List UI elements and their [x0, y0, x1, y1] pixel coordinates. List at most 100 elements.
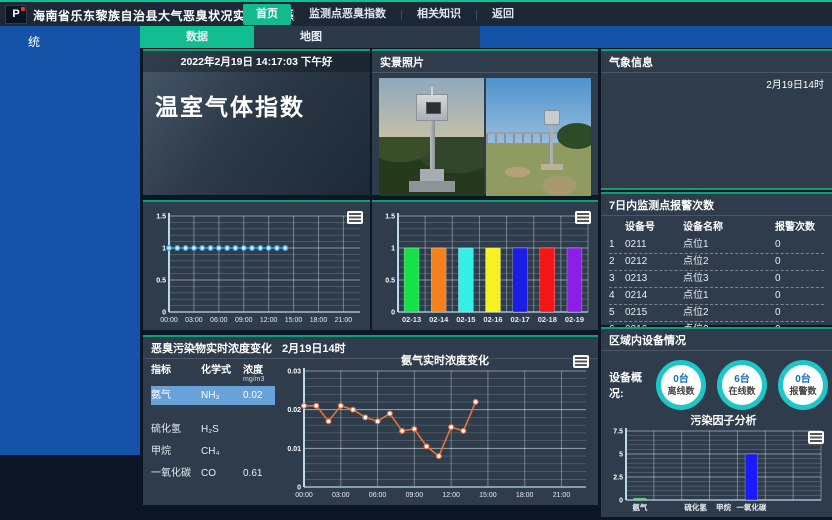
- main-nav: 首页监测点恶臭指数相关知识返回: [243, 3, 527, 26]
- svg-text:06:00: 06:00: [210, 317, 228, 324]
- chart-canvas: 氨气硫化氢甲烷一氧化碳02.557.5污染因子分析: [604, 413, 829, 515]
- stat-value: 0台: [673, 374, 689, 386]
- device-overview-label: 设备概况:: [609, 369, 656, 401]
- chart-menu-icon[interactable]: [347, 211, 363, 224]
- odor-col-indicator: 指标: [151, 361, 201, 383]
- photo1-device-pole: [430, 121, 435, 169]
- svg-text:污染因子分析: 污染因子分析: [691, 413, 757, 427]
- nav-separator: [401, 10, 402, 20]
- alarm-col-device-name: 设备名称: [683, 220, 775, 237]
- svg-text:09:00: 09:00: [235, 317, 253, 324]
- table-cell: 0: [775, 271, 820, 287]
- table-cell: 点位3: [683, 271, 775, 287]
- svg-text:02-14: 02-14: [429, 315, 449, 324]
- table-row: 一氧化碳CO0.61: [151, 464, 275, 483]
- stat-value: 0台: [795, 374, 811, 386]
- chart-menu-icon[interactable]: [573, 355, 589, 368]
- nav-item-odor-index[interactable]: 监测点恶臭指数: [296, 4, 399, 25]
- svg-text:15:00: 15:00: [285, 317, 303, 324]
- table-row: 氨气NH₃0.02: [151, 386, 275, 405]
- svg-text:06:00: 06:00: [369, 492, 387, 499]
- daily-index-chart-panel: 02-1302-1402-1502-1602-1702-1802-1900.51…: [372, 200, 598, 330]
- devices-panel: 区域内设备情况 设备概况: 0台离线数6台在线数0台报警数 氨气硫化氢甲烷一氧化…: [601, 327, 832, 517]
- svg-text:氨气实时浓度变化: 氨气实时浓度变化: [401, 353, 489, 367]
- title-overflow-text: 统: [28, 33, 40, 50]
- photo-row: [372, 73, 598, 201]
- greenhouse-chart-panel: 00:0003:0006:0009:0012:0015:0018:0021:00…: [143, 200, 370, 330]
- chart-menu-icon[interactable]: [575, 211, 591, 224]
- weather-panel: 气象信息 2月19日14时: [601, 49, 832, 190]
- table-cell: CH₄: [201, 442, 243, 461]
- nav-item-home[interactable]: 首页: [243, 4, 291, 25]
- table-cell: CO: [201, 464, 243, 483]
- svg-text:0.5: 0.5: [385, 278, 395, 285]
- alarm-table-header: 设备号 设备名称 报警次数: [609, 220, 824, 237]
- header-blue-strip: [480, 26, 832, 48]
- odor-panel: 恶臭污染物实时浓度变化 2月19日14时 指标 化学式 浓度 mg/m3 氨气N…: [143, 335, 598, 505]
- table-cell: 0214: [625, 288, 683, 304]
- alarm-col-count: 报警次数: [775, 220, 820, 237]
- ammonia-trend-chart: 00:0003:0006:0009:0012:0015:0018:0021:00…: [277, 353, 594, 502]
- photo2-device-box: [544, 110, 560, 125]
- table-cell: 点位2: [683, 305, 775, 321]
- table-row: 50215点位20: [609, 305, 824, 322]
- svg-text:02-13: 02-13: [402, 315, 421, 324]
- svg-text:0.02: 0.02: [287, 407, 301, 414]
- svg-text:00:00: 00:00: [160, 317, 178, 324]
- table-cell: H₂S: [201, 420, 243, 439]
- device-stats: 0台离线数6台在线数0台报警数: [656, 360, 828, 410]
- photo1-device-screen: [426, 102, 441, 114]
- table-cell: [243, 420, 275, 439]
- svg-text:02-16: 02-16: [483, 315, 502, 324]
- alarm-table: 设备号 设备名称 报警次数 10211点位1020212点位2030213点位3…: [601, 216, 832, 339]
- stat-label: 报警数: [789, 386, 816, 397]
- table-cell: 0211: [625, 237, 683, 253]
- chart-menu-icon[interactable]: [808, 431, 824, 444]
- hamburger-icon: [810, 433, 822, 435]
- photo2-device-pad: [541, 164, 563, 170]
- photo2-trees: [557, 123, 591, 149]
- table-row: 硫化氢H₂S: [151, 420, 275, 439]
- table-cell: 点位1: [683, 237, 775, 253]
- site-photo-2: [486, 78, 591, 196]
- left-sidebar: 统: [0, 26, 140, 455]
- svg-text:12:00: 12:00: [260, 317, 278, 324]
- tab-data[interactable]: 数据: [140, 26, 254, 48]
- site-photo-1: [379, 78, 484, 196]
- photo1-device-antenna: [431, 87, 433, 95]
- odor-col-concentration: 浓度 mg/m3: [243, 361, 275, 383]
- table-cell: 0215: [625, 305, 683, 321]
- svg-text:00:00: 00:00: [295, 492, 313, 499]
- odor-unit: mg/m3: [243, 376, 275, 383]
- nav-item-knowledge[interactable]: 相关知识: [404, 4, 474, 25]
- app-logo-glyph: P: [12, 9, 19, 20]
- svg-text:02-17: 02-17: [511, 315, 530, 324]
- hamburger-icon: [575, 357, 587, 359]
- chart-canvas: 00:0003:0006:0009:0012:0015:0018:0021:00…: [277, 353, 594, 502]
- odor-col-formula: 化学式: [201, 361, 243, 383]
- device-stat-alarm: 0台报警数: [778, 360, 828, 410]
- svg-text:02-18: 02-18: [538, 315, 557, 324]
- tab-map[interactable]: 地图: [254, 26, 368, 48]
- photo2-device-pole: [550, 125, 553, 167]
- stat-label: 离线数: [667, 386, 694, 397]
- svg-text:15:00: 15:00: [479, 492, 497, 499]
- devices-panel-title: 区域内设备情况: [601, 329, 832, 351]
- odor-table: 指标 化学式 浓度 mg/m3 氨气NH₃0.02硫化氢H₂S甲烷CH₄一氧化碳…: [151, 361, 275, 483]
- top-navbar: P 海南省乐东黎族自治县大气恶臭状况实时发布系 首页监测点恶臭指数相关知识返回: [0, 0, 832, 26]
- svg-text:21:00: 21:00: [335, 317, 353, 324]
- photo2-ground: [486, 143, 591, 196]
- hamburger-icon: [577, 213, 589, 215]
- nav-item-back[interactable]: 返回: [479, 4, 527, 25]
- photos-panel-title: 实景照片: [372, 51, 598, 73]
- table-cell: 0.61: [243, 464, 275, 483]
- svg-text:硫化氢: 硫化氢: [684, 502, 707, 512]
- table-row: 40214点位10: [609, 288, 824, 305]
- stat-label: 在线数: [728, 386, 755, 397]
- device-stat-offline: 0台离线数: [656, 360, 706, 410]
- table-cell: 0: [775, 288, 820, 304]
- datetime-banner: 2022年2月19日 14:17:03 下午好: [143, 51, 370, 72]
- svg-text:21:00: 21:00: [553, 492, 571, 499]
- table-cell: 一氧化碳: [151, 464, 201, 483]
- table-cell: 氨气: [151, 386, 201, 405]
